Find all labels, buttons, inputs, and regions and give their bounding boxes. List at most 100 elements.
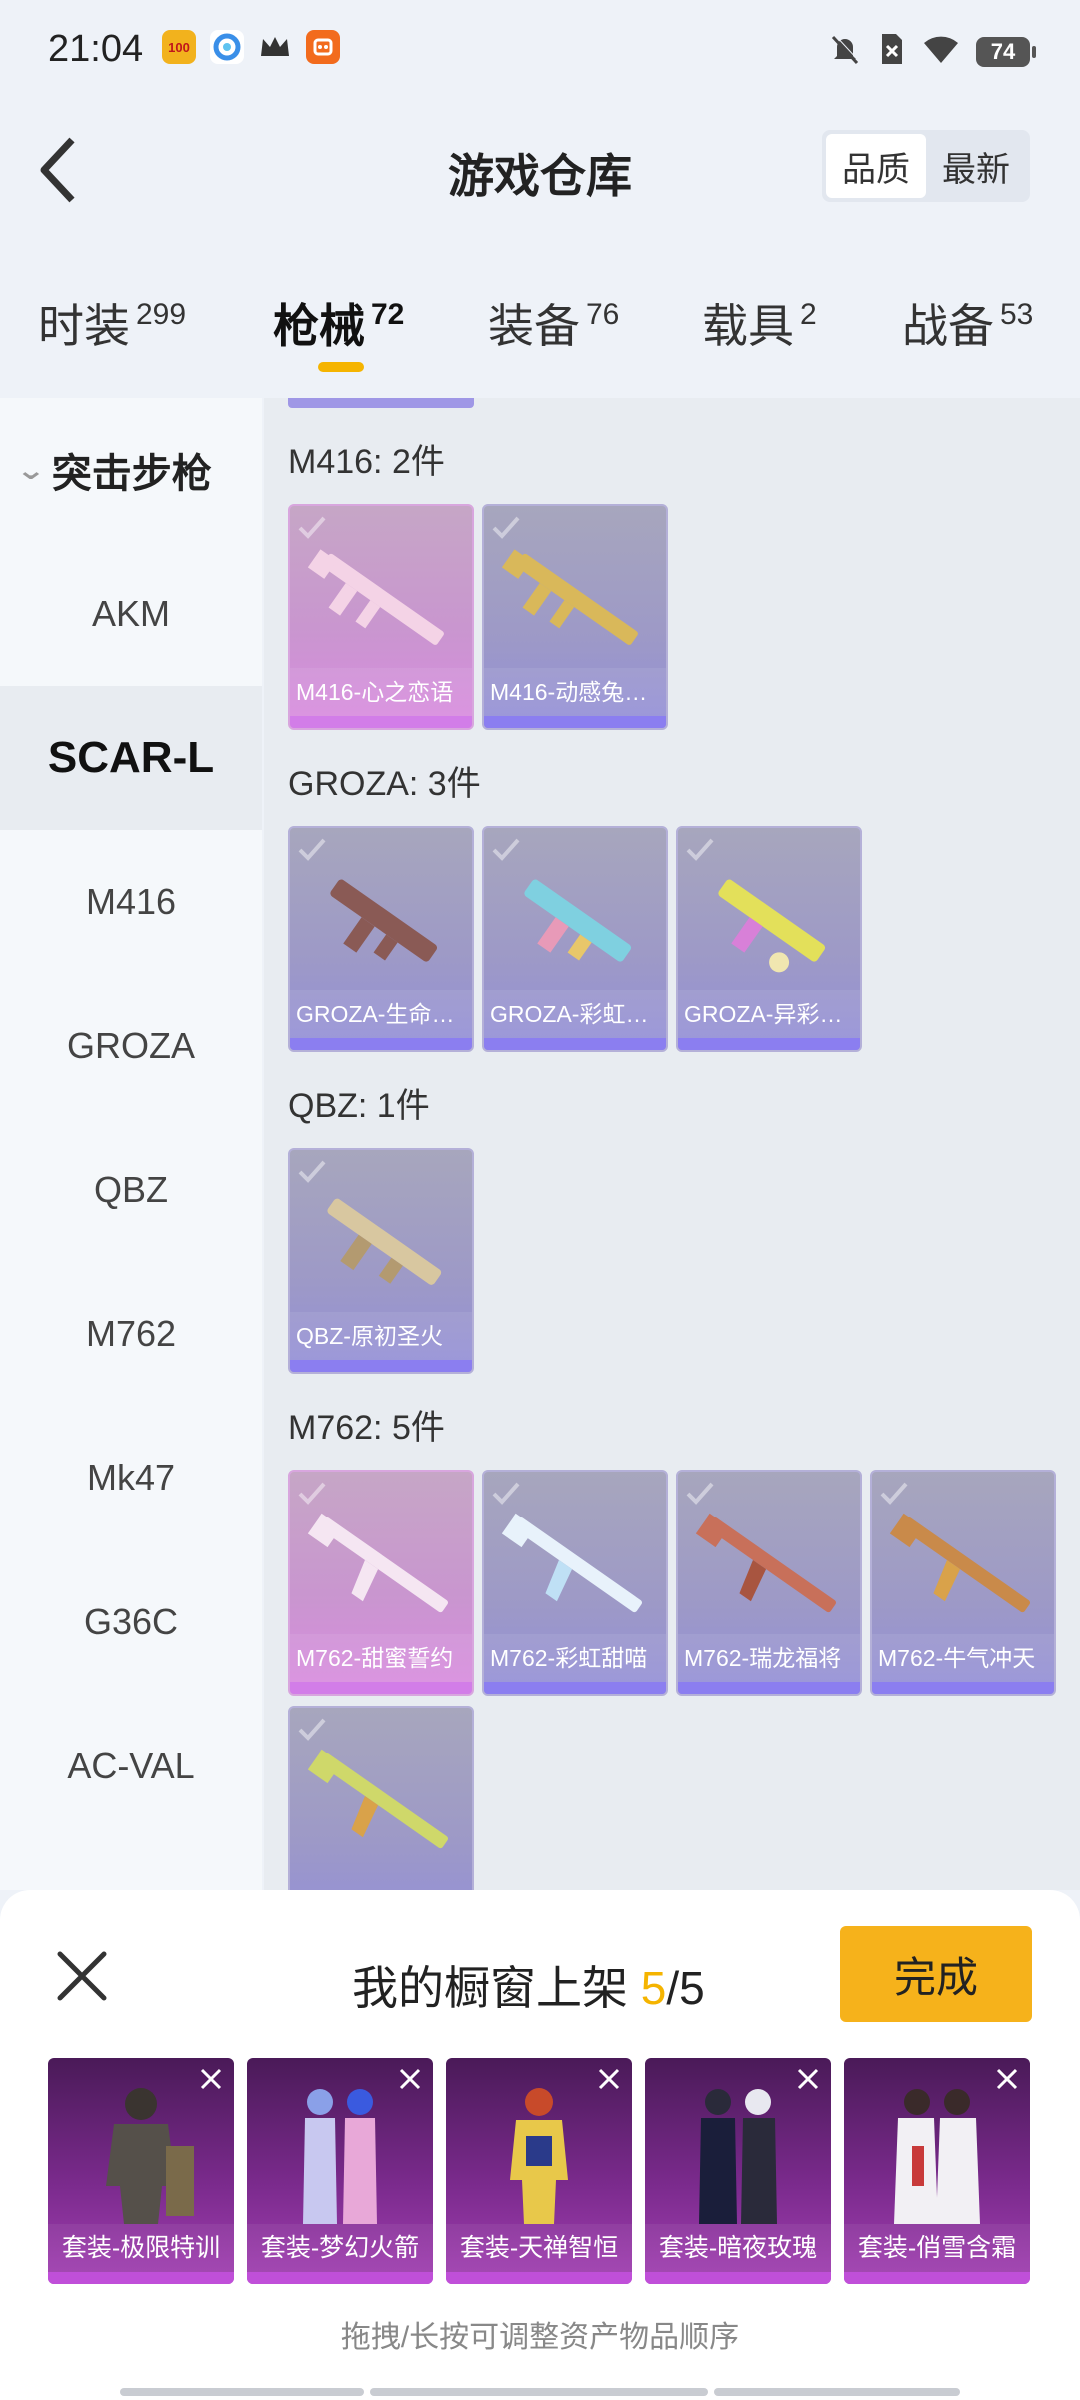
tab-vehicles[interactable]: 载具 2 [702, 290, 817, 356]
mute-bell-icon [828, 32, 862, 71]
rifle-icon [327, 1198, 442, 1285]
crown-icon [258, 30, 292, 64]
weapon-card[interactable]: GROZA-彩虹… [482, 826, 668, 1052]
remove-icon[interactable] [393, 2062, 427, 2096]
sidebar: ⌄ 突击步枪 AKM SCAR-L M416 GROZA QBZ M762 Mk… [0, 398, 262, 1890]
rifle-icon [524, 879, 632, 962]
tab-vehicles-label: 载具 [702, 300, 794, 352]
showcase-title-text: 我的橱窗上架 [352, 1962, 641, 2014]
weapon-card[interactable]: M762-瑞龙福将 [676, 1470, 862, 1696]
sidebar-item-m762[interactable]: M762 [0, 1262, 262, 1406]
weapon-card-label: QBZ-原初圣火 [290, 1312, 472, 1360]
remove-icon[interactable] [791, 2062, 825, 2096]
sidebar-item-m416[interactable]: M416 [0, 830, 262, 974]
rifle-icon [889, 1513, 1030, 1613]
showcase-total: /5 [666, 1962, 705, 2014]
scroll-indicator [120, 2388, 364, 2396]
sort-by-quality-button[interactable]: 品质 [826, 134, 926, 198]
showcase-title: 我的橱窗上架 5/5 [352, 1952, 705, 2018]
section-title-m416: M416: 2件 [288, 443, 445, 481]
tab-supplies-label: 战备 [902, 300, 994, 352]
showcase-item-label: 套装-梦幻火箭 [247, 2224, 433, 2272]
rarity-strip [484, 716, 666, 728]
rarity-strip [290, 1682, 472, 1694]
app-100-icon: 100 [162, 30, 196, 64]
weapon-card-label: M416-心之恋语 [290, 668, 472, 716]
weapon-card[interactable]: M416-动感兔… [482, 504, 668, 730]
tab-equipment[interactable]: 装备 76 [488, 290, 619, 356]
status-right-icons: 74 [828, 32, 1036, 71]
outfit-figure-icon [106, 2088, 194, 2224]
weapon-card-partial[interactable] [288, 1706, 474, 1890]
sidebar-group-assault-rifles[interactable]: ⌄ 突击步枪 [0, 398, 262, 542]
close-button[interactable] [52, 1946, 112, 2006]
outfit-figure-icon [303, 2089, 377, 2224]
weapon-card[interactable]: M416-心之恋语 [288, 504, 474, 730]
rifle-icon [330, 879, 438, 962]
sidebar-item-groza[interactable]: GROZA [0, 974, 262, 1118]
weapon-list[interactable]: M416: 2件 M416-心之恋语 M416-动感兔… GROZA: 3件 G… [264, 398, 1080, 1890]
rarity-strip [844, 2272, 1030, 2284]
remove-icon[interactable] [592, 2062, 626, 2096]
rifle-icon [501, 1513, 642, 1613]
previous-card-edge [288, 398, 474, 408]
showcase-item[interactable]: 套装-暗夜玫瑰 [645, 2058, 831, 2284]
remove-icon[interactable] [990, 2062, 1024, 2096]
weapon-card[interactable]: M762-彩虹甜喵 [482, 1470, 668, 1696]
showcase-item[interactable]: 套装-俏雪含霜 [844, 2058, 1030, 2284]
showcase-item[interactable]: 套装-极限特训 [48, 2058, 234, 2284]
showcase-item-label: 套装-极限特训 [48, 2224, 234, 2272]
weapon-card[interactable]: M762-牛气冲天 [870, 1470, 1056, 1696]
tab-equipment-label: 装备 [488, 300, 580, 352]
sidebar-item-mk47[interactable]: Mk47 [0, 1406, 262, 1550]
showcase-count: 5 [640, 1962, 667, 2014]
sidebar-item-g36c[interactable]: G36C [0, 1550, 262, 1694]
tab-fashion-label: 时装 [38, 300, 130, 352]
weapon-card-label: M762-牛气冲天 [872, 1634, 1054, 1682]
rarity-strip [48, 2272, 234, 2284]
rifle-icon [695, 1513, 836, 1613]
weapon-card[interactable]: QBZ-原初圣火 [288, 1148, 474, 1374]
tab-guns[interactable]: 枪械 72 [273, 290, 404, 356]
rarity-strip [645, 2272, 831, 2284]
rarity-strip [484, 1038, 666, 1050]
sort-by-newest-button[interactable]: 最新 [926, 134, 1026, 198]
weapon-card[interactable]: GROZA-生命… [288, 826, 474, 1052]
scroll-indicator [370, 2388, 708, 2396]
sidebar-item-akm[interactable]: AKM [0, 542, 262, 686]
rifle-icon [718, 879, 826, 973]
weapon-card-label: GROZA-异彩… [678, 990, 860, 1038]
active-tab-indicator [318, 362, 364, 372]
rifle-icon [307, 1513, 448, 1613]
weapon-card[interactable]: GROZA-异彩… [676, 826, 862, 1052]
showcase-item[interactable]: 套装-梦幻火箭 [247, 2058, 433, 2284]
wifi-icon [922, 33, 960, 70]
weapon-card-label: M762-彩虹甜喵 [484, 1634, 666, 1682]
done-button[interactable]: 完成 [840, 1926, 1032, 2022]
close-icon [57, 1951, 107, 2001]
showcase-item[interactable]: 套装-天禅智恒 [446, 2058, 632, 2284]
rarity-strip [872, 1682, 1054, 1694]
showcase-item-label: 套装-暗夜玫瑰 [645, 2224, 831, 2272]
sidebar-item-scar-l[interactable]: SCAR-L [0, 686, 262, 830]
tab-supplies[interactable]: 战备 53 [902, 290, 1033, 356]
remove-icon[interactable] [194, 2062, 228, 2096]
weapon-card[interactable]: M762-甜蜜誓约 [288, 1470, 474, 1696]
status-app-icons: 100 [162, 30, 340, 64]
rarity-strip [290, 716, 472, 728]
rarity-strip [290, 1038, 472, 1050]
status-time: 21:04 [48, 28, 144, 70]
status-bar: 21:04 100 74 [0, 0, 1080, 100]
weapon-card-label: M416-动感兔… [484, 668, 666, 716]
category-tabs: 时装 299 枪械 72 装备 76 载具 2 战备 53 [0, 280, 1080, 390]
tab-fashion[interactable]: 时装 299 [38, 290, 186, 356]
reorder-hint: 拖拽/长按可调整资产物品顺序 [340, 2321, 740, 2354]
tab-equipment-count: 76 [586, 298, 620, 331]
sidebar-item-ac-val[interactable]: AC-VAL [0, 1694, 262, 1838]
weapon-card-label: GROZA-彩虹… [484, 990, 666, 1038]
outfit-figure-icon [894, 2089, 980, 2224]
sidebar-item-qbz[interactable]: QBZ [0, 1118, 262, 1262]
app-blue-icon [210, 30, 244, 64]
weapon-card-label: M762-瑞龙福将 [678, 1634, 860, 1682]
showcase-item-label: 套装-天禅智恒 [446, 2224, 632, 2272]
